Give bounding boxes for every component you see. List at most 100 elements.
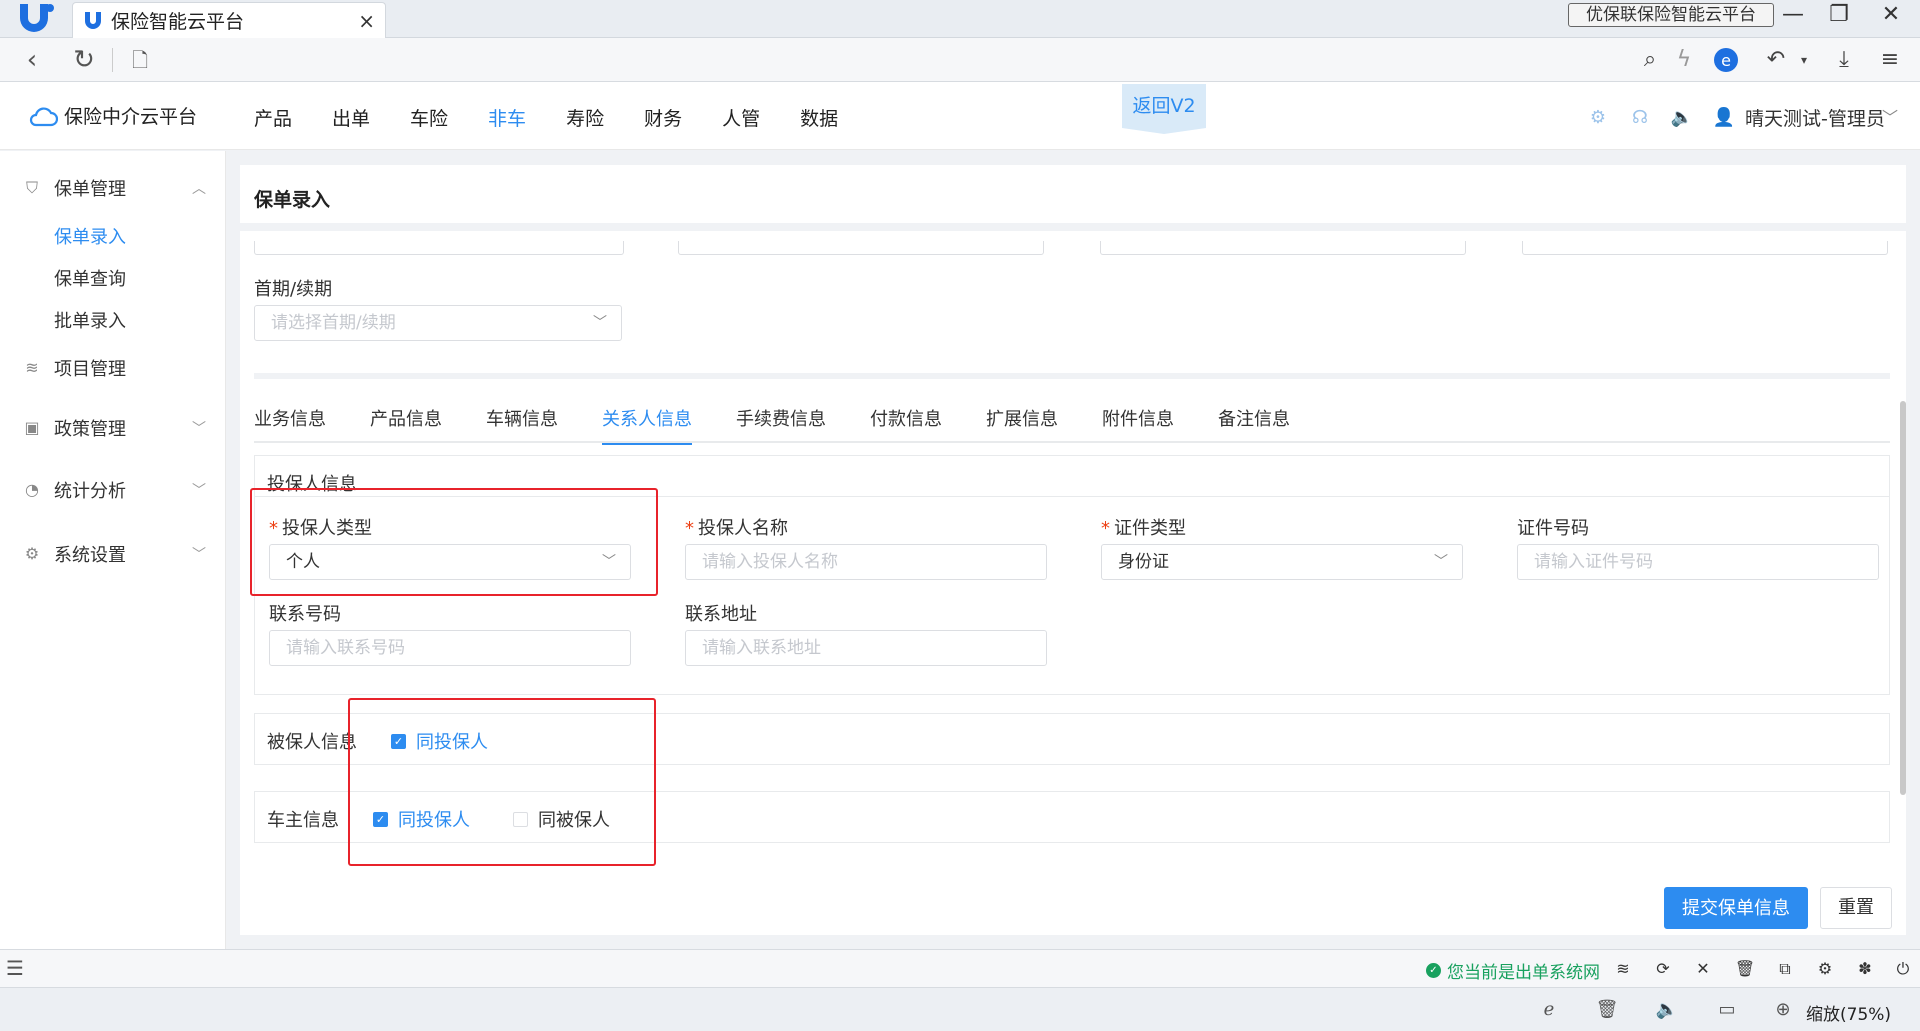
first-renewal-label: 首期/续期 bbox=[254, 279, 333, 300]
phone-placeholder: 请输入联系号码 bbox=[286, 638, 405, 658]
tab-business-info[interactable]: 业务信息 bbox=[254, 397, 326, 443]
top-nav: 产品 出单 车险 非车 寿险 财务 人管 数据 bbox=[254, 104, 878, 131]
tab-related-party-info[interactable]: 关系人信息 bbox=[602, 397, 692, 445]
hamburger-menu-icon[interactable]: ☰ bbox=[6, 956, 24, 980]
tab-logo-icon bbox=[85, 11, 101, 29]
sidebar-group-policy-rules[interactable]: ▣ 政策管理 ﹀ bbox=[22, 415, 206, 441]
phone-input[interactable]: 请输入联系号码 bbox=[269, 630, 631, 666]
chevron-down-icon: ﹀ bbox=[192, 483, 206, 499]
scrolled-field[interactable] bbox=[1100, 241, 1466, 255]
zoom-level[interactable]: 缩放(75%) bbox=[1806, 1000, 1891, 1025]
scrollbar[interactable] bbox=[1900, 401, 1906, 795]
power-icon[interactable]: ⏻ bbox=[1892, 958, 1914, 980]
browser-tab[interactable]: 保险智能云平台 × bbox=[72, 2, 386, 38]
required-mark: * bbox=[1101, 518, 1110, 539]
lightning-icon[interactable]: ϟ bbox=[1670, 46, 1698, 74]
nav-item-product[interactable]: 产品 bbox=[254, 104, 292, 131]
nav-item-finance[interactable]: 财务 bbox=[644, 104, 682, 131]
nav-item-auto[interactable]: 车险 bbox=[410, 104, 448, 131]
insured-panel: 被保人信息 ✓ 同投保人 bbox=[254, 713, 1890, 765]
user-icon[interactable]: 👤 bbox=[1712, 106, 1736, 130]
sidebar-group-project-management[interactable]: ≋ 项目管理 bbox=[22, 355, 206, 381]
chevron-down-icon: ﹀ bbox=[593, 315, 607, 331]
search-icon[interactable]: ⌕ bbox=[1636, 46, 1664, 74]
undo-icon[interactable]: ↶ bbox=[1762, 46, 1790, 74]
menu-icon[interactable]: ≡ bbox=[1876, 46, 1904, 74]
ie-mode-icon[interactable]: ℯ bbox=[1536, 998, 1562, 1022]
id-number-input[interactable]: 请输入证件号码 bbox=[1517, 544, 1879, 580]
insured-same-as-applicant-checkbox[interactable]: ✓ 同投保人 bbox=[391, 728, 488, 754]
submit-policy-button[interactable]: 提交保单信息 bbox=[1664, 887, 1808, 929]
speaker-icon[interactable]: 🔈 bbox=[1670, 106, 1694, 130]
id-number-placeholder: 请输入证件号码 bbox=[1534, 552, 1653, 572]
paw-icon[interactable]: ✽ bbox=[1854, 958, 1876, 980]
nav-item-non-auto[interactable]: 非车 bbox=[488, 104, 526, 131]
id-type-select[interactable]: 身份证 ﹀ bbox=[1101, 544, 1463, 580]
nav-item-life[interactable]: 寿险 bbox=[566, 104, 604, 131]
tab-attachment-info[interactable]: 附件信息 bbox=[1102, 397, 1174, 443]
return-v2-button[interactable]: 返回V2 bbox=[1122, 84, 1206, 134]
scrolled-field[interactable] bbox=[254, 241, 624, 255]
cloud-icon bbox=[29, 106, 58, 126]
tab-remark-info[interactable]: 备注信息 bbox=[1218, 397, 1290, 443]
scrolled-field[interactable] bbox=[1522, 241, 1888, 255]
settings-icon[interactable]: ⚙ bbox=[1586, 106, 1610, 130]
nav-item-hr[interactable]: 人管 bbox=[722, 104, 760, 131]
maximize-button[interactable]: ❐ bbox=[1824, 2, 1854, 27]
scrolled-field[interactable] bbox=[678, 241, 1044, 255]
zoom-in-icon[interactable]: ⊕ bbox=[1770, 998, 1796, 1022]
close-window-button[interactable]: ✕ bbox=[1876, 2, 1906, 27]
copy-icon[interactable]: ⧉ bbox=[1774, 958, 1796, 980]
address-label: 联系地址 bbox=[685, 604, 757, 625]
sync-icon[interactable]: ⟳ bbox=[1652, 958, 1674, 980]
user-name[interactable]: 晴天测试-管理员 bbox=[1745, 104, 1885, 131]
sidebar-group-label: 统计分析 bbox=[54, 481, 126, 502]
chevron-down-icon[interactable]: ﹀ bbox=[1882, 104, 1898, 128]
minimize-button[interactable]: — bbox=[1778, 2, 1808, 27]
chevron-down-icon: ﹀ bbox=[192, 547, 206, 563]
reset-button[interactable]: 重置 bbox=[1820, 887, 1892, 929]
panel-separator bbox=[255, 496, 1889, 497]
sidebar-item-policy-entry[interactable]: 保单录入 bbox=[54, 223, 126, 249]
nav-separator bbox=[112, 48, 113, 72]
owner-same-as-insured-checkbox[interactable]: 同被保人 bbox=[513, 806, 610, 832]
brand[interactable]: 保险中介云平台 bbox=[28, 102, 197, 129]
applicant-name-input[interactable]: 请输入投保人名称 bbox=[685, 544, 1047, 580]
tab-close-icon[interactable]: × bbox=[358, 9, 375, 33]
applicant-type-select[interactable]: 个人 ﹀ bbox=[269, 544, 631, 580]
address-input[interactable]: 请输入联系地址 bbox=[685, 630, 1047, 666]
sidebar-group-system-settings[interactable]: ⚙ 系统设置 ﹀ bbox=[22, 541, 206, 567]
trash-icon[interactable]: 🗑 bbox=[1734, 958, 1756, 980]
applicant-section-title: 投保人信息 bbox=[267, 474, 357, 495]
nav-item-data[interactable]: 数据 bbox=[800, 104, 838, 131]
nav-item-issue[interactable]: 出单 bbox=[332, 104, 370, 131]
browser-logo-icon[interactable] bbox=[16, 2, 56, 36]
undo-dropdown-icon[interactable]: ▾ bbox=[1790, 46, 1818, 74]
tab-payment-info[interactable]: 付款信息 bbox=[870, 397, 942, 443]
checkbox-unchecked-icon bbox=[513, 811, 528, 827]
address-placeholder: 请输入联系地址 bbox=[702, 638, 821, 658]
owner-same-as-applicant-checkbox[interactable]: ✓ 同投保人 bbox=[373, 806, 470, 832]
back-arrow-icon[interactable]: ‹ bbox=[16, 44, 48, 76]
close-icon[interactable]: ✕ bbox=[1692, 958, 1714, 980]
trash-icon[interactable]: 🗑 bbox=[1594, 998, 1620, 1022]
browser-e-icon[interactable]: e bbox=[1712, 46, 1740, 74]
id-type-label-text: 证件类型 bbox=[1114, 518, 1186, 539]
sidebar-group-statistics[interactable]: ◔ 统计分析 ﹀ bbox=[22, 477, 206, 503]
first-renewal-select[interactable]: 请选择首期/续期 ﹀ bbox=[254, 305, 622, 341]
network-status: ✓ 您当前是出单系统网 bbox=[1426, 958, 1600, 983]
window-icon[interactable]: ▭ bbox=[1714, 998, 1740, 1022]
tab-extended-info[interactable]: 扩展信息 bbox=[986, 397, 1058, 443]
headset-icon[interactable]: ☊ bbox=[1628, 106, 1652, 130]
applicant-type-label: * 投保人类型 bbox=[269, 514, 372, 540]
speaker-icon[interactable]: 🔈 bbox=[1654, 998, 1680, 1022]
download-icon[interactable]: ⤓ bbox=[1830, 46, 1858, 74]
sidebar-item-policy-query[interactable]: 保单查询 bbox=[54, 265, 126, 291]
refresh-icon[interactable]: ↻ bbox=[68, 44, 100, 76]
tab-vehicle-info[interactable]: 车辆信息 bbox=[486, 397, 558, 443]
sidebar-item-endorsement-entry[interactable]: 批单录入 bbox=[54, 307, 126, 333]
sidebar-group-policy-management[interactable]: ⛉ 保单管理 ︿ bbox=[22, 175, 206, 201]
tab-fee-info[interactable]: 手续费信息 bbox=[736, 397, 826, 443]
tab-product-info[interactable]: 产品信息 bbox=[370, 397, 442, 443]
gear-icon[interactable]: ⚙ bbox=[1814, 958, 1836, 980]
